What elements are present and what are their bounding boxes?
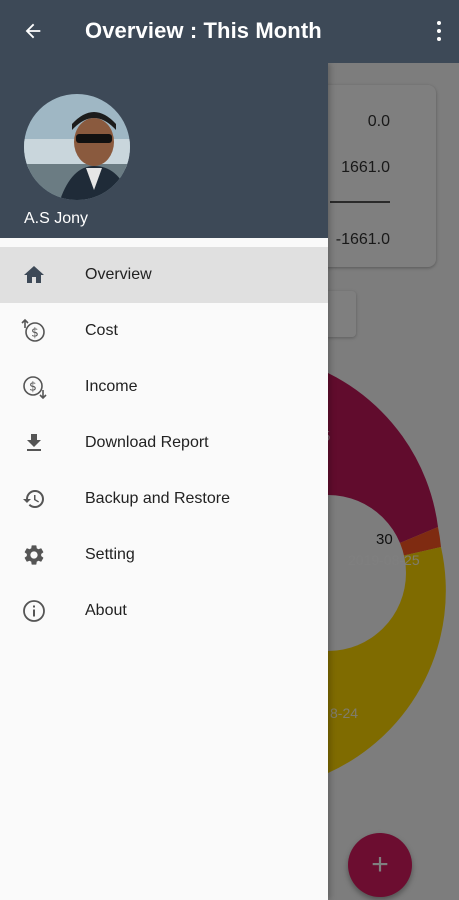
navigation-drawer: A.S Jony Overview $ Cost $ Income Downlo… [0,63,328,900]
nav-item-income[interactable]: $ Income [0,359,328,415]
svg-text:$: $ [29,380,37,394]
home-icon [20,261,48,289]
svg-text:$: $ [31,326,39,340]
nav-item-label: Income [85,378,138,395]
nav-item-label: Overview [85,266,152,283]
download-icon [20,429,48,457]
income-dollar-icon: $ [20,373,48,401]
app-bar: Overview : This Month [0,0,459,63]
drawer-nav-list: Overview $ Cost $ Income Download Report… [0,247,328,639]
cost-dollar-icon: $ [20,317,48,345]
drawer-header: A.S Jony [0,63,328,238]
info-icon [20,597,48,625]
nav-item-label: Download Report [85,434,209,451]
nav-item-label: About [85,602,127,619]
nav-item-about[interactable]: About [0,583,328,639]
user-name: A.S Jony [24,210,89,227]
nav-item-setting[interactable]: Setting [0,527,328,583]
nav-item-download-report[interactable]: Download Report [0,415,328,471]
nav-item-overview[interactable]: Overview [0,247,328,303]
nav-item-label: Setting [85,546,135,563]
nav-item-label: Backup and Restore [85,490,230,507]
more-vert-icon[interactable] [433,16,445,46]
nav-item-backup-restore[interactable]: Backup and Restore [0,471,328,527]
arrow-back-icon[interactable] [18,16,48,46]
restore-history-icon [20,485,48,513]
nav-item-cost[interactable]: $ Cost [0,303,328,359]
gear-icon [20,541,48,569]
avatar[interactable] [24,94,130,200]
nav-item-label: Cost [85,322,118,339]
page-title: Overview : This Month [85,18,322,43]
